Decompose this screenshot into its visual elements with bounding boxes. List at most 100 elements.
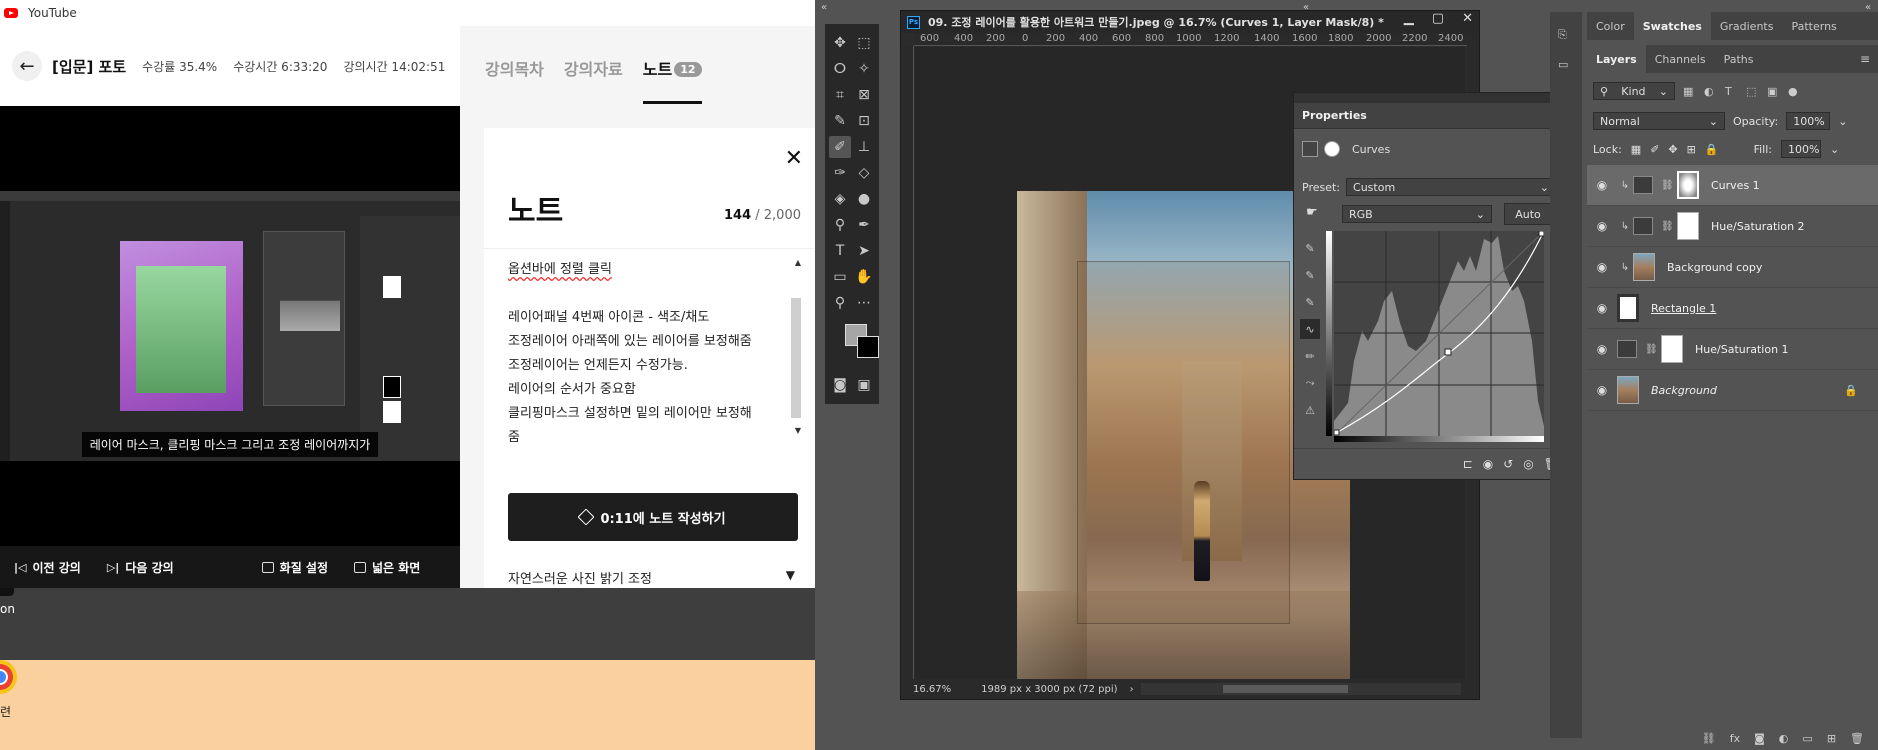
gray-point-eyedropper-icon[interactable]: ✎	[1300, 265, 1320, 285]
comment-icon[interactable]: ▭	[1558, 58, 1574, 72]
scroll-down-icon[interactable]: ▼	[795, 426, 801, 435]
new-adjustment-icon[interactable]: ◐	[1779, 732, 1789, 750]
magic-wand-icon[interactable]: ✧	[853, 58, 875, 80]
chevron-down-icon[interactable]: ▼	[786, 568, 795, 582]
curves-graph[interactable]	[1326, 231, 1544, 442]
clipping-warning-icon[interactable]: ⚠	[1300, 400, 1320, 420]
prev-lecture-button[interactable]: |◁ 이전 강의	[14, 559, 81, 576]
marquee-icon[interactable]: ⬚	[853, 32, 875, 54]
stamp-icon[interactable]: ⊥	[853, 136, 875, 158]
tab-layers[interactable]: Layers	[1587, 45, 1646, 73]
move-icon[interactable]: ✥	[829, 32, 851, 54]
layer-row[interactable]: ◉ ↳ ⛓ Hue/Saturation 2	[1587, 206, 1878, 247]
filter-shape-icon[interactable]: ⬚	[1746, 85, 1759, 98]
wide-screen-button[interactable]: 넓은 화면	[354, 559, 420, 576]
new-group-icon[interactable]: ▭	[1802, 732, 1812, 750]
video-player[interactable]: 레이어 마스크, 클리핑 마스크 그리고 조정 레이어까지가	[0, 106, 460, 546]
status-chevron-icon[interactable]: ›	[1130, 684, 1134, 695]
auto-button[interactable]: Auto	[1504, 203, 1552, 225]
lasso-icon[interactable]: ⵔ	[829, 58, 851, 80]
close-icon[interactable]: ✕	[785, 146, 803, 171]
new-layer-icon[interactable]: ⊞	[1827, 732, 1836, 750]
scroll-up-icon[interactable]: ▲	[795, 258, 801, 267]
chrome-shortcut-icon[interactable]	[0, 655, 18, 699]
trash-icon[interactable]: 🗑	[1850, 732, 1864, 750]
curve-point[interactable]	[1538, 231, 1544, 237]
crop-icon[interactable]: ⌗	[829, 84, 851, 106]
path-select-icon[interactable]: ➤	[853, 240, 875, 262]
history-icon[interactable]: ⎘	[1558, 28, 1574, 42]
pencil-icon[interactable]: ✏	[1300, 346, 1320, 366]
chevron-down-icon[interactable]: ⌄	[1830, 143, 1839, 156]
note-item-title[interactable]: 자연스러운 사진 밝기 조정	[508, 568, 652, 587]
brush-icon[interactable]: ✐	[829, 136, 851, 158]
channel-select[interactable]: RGB ⌄	[1342, 205, 1492, 223]
lock-transparent-icon[interactable]: ▦	[1631, 143, 1641, 156]
more-icon[interactable]: ⋯	[853, 292, 875, 314]
filter-pixel-icon[interactable]: ▦	[1683, 85, 1696, 98]
smooth-icon[interactable]: ⤳	[1300, 373, 1320, 393]
fx-icon[interactable]: fx	[1730, 732, 1740, 750]
chain-icon[interactable]: ⛓	[1661, 180, 1674, 191]
maximize-icon[interactable]: ▢	[1432, 11, 1444, 26]
tab-paths[interactable]: Paths	[1715, 45, 1763, 73]
curves-adjustment-icon[interactable]	[1302, 141, 1318, 157]
shape-icon[interactable]: ▭	[829, 266, 851, 288]
patch-icon[interactable]: ⊡	[853, 110, 875, 132]
quick-mask-icon[interactable]: ◙	[829, 374, 851, 396]
type-icon[interactable]: T	[829, 240, 851, 262]
quality-button[interactable]: 화질 설정	[261, 559, 328, 576]
clip-to-layer-icon[interactable]: ⊏	[1463, 457, 1473, 471]
drop-icon[interactable]: ●	[853, 188, 875, 210]
horizontal-scrollbar[interactable]	[1141, 683, 1461, 695]
screen-mode-icon[interactable]: ▣	[853, 374, 875, 396]
layer-row[interactable]: ◉ ↳ ⛓ Curves 1	[1587, 165, 1878, 206]
filter-smart-icon[interactable]: ▣	[1767, 85, 1780, 98]
eye-icon[interactable]: ◉	[1587, 260, 1617, 274]
back-button[interactable]: ←	[12, 51, 42, 81]
blend-mode-select[interactable]: Normal ⌄	[1593, 112, 1725, 130]
eye-icon[interactable]: ◉	[1587, 342, 1617, 356]
menu-icon[interactable]: ≡	[1860, 52, 1870, 66]
note-scrollbar[interactable]	[791, 298, 801, 418]
fill-input[interactable]: 100%	[1780, 140, 1821, 158]
chain-icon[interactable]: ⛓	[1645, 344, 1658, 355]
tab-materials[interactable]: 강의자료	[564, 56, 623, 80]
chain-icon[interactable]: ⛓	[1661, 221, 1674, 232]
filter-type-icon[interactable]: T	[1725, 85, 1738, 98]
layer-row[interactable]: ◉ Rectangle 1	[1587, 288, 1878, 329]
tab-channels[interactable]: Channels	[1646, 45, 1715, 73]
eye-icon[interactable]: ◉	[1587, 301, 1617, 315]
filter-toggle-icon[interactable]: ●	[1788, 85, 1801, 98]
close-icon[interactable]: ✕	[1462, 11, 1473, 26]
tab-swatches[interactable]: Swatches	[1633, 12, 1711, 40]
frame-icon[interactable]: ⊠	[853, 84, 875, 106]
view-previous-icon[interactable]: ◉	[1483, 457, 1493, 471]
document-tab[interactable]: Ps 09. 조정 레이어를 활용한 아트워크 만들기.jpeg @ 16.7%…	[901, 11, 1479, 33]
eyedropper-icon[interactable]: ✎	[829, 110, 851, 132]
reset-icon[interactable]: ↺	[1503, 457, 1513, 471]
filter-adjustment-icon[interactable]: ◐	[1704, 85, 1717, 98]
zoom-icon[interactable]: ⚲	[829, 292, 851, 314]
preset-select[interactable]: Custom ⌄	[1346, 178, 1557, 196]
black-point-eyedropper-icon[interactable]: ✎	[1300, 238, 1320, 258]
hand-icon[interactable]: ✋	[853, 266, 875, 288]
zoom-level[interactable]: 16.67%	[913, 684, 951, 695]
filter-kind-select[interactable]: ⚲ Kind ⌄	[1593, 82, 1675, 100]
lock-all-icon[interactable]: 🔒	[1705, 143, 1719, 156]
mask-icon[interactable]	[1324, 141, 1340, 157]
tab-patterns[interactable]: Patterns	[1782, 12, 1845, 40]
scroll-thumb[interactable]	[1223, 685, 1348, 693]
white-point-eyedropper-icon[interactable]: ✎	[1300, 292, 1320, 312]
layer-mask-thumb[interactable]	[1677, 171, 1699, 199]
history-brush-icon[interactable]: ✑	[829, 162, 851, 184]
layer-row[interactable]: ◉ ↳ Background copy	[1587, 247, 1878, 288]
dodge-icon[interactable]: ⚲	[829, 214, 851, 236]
eye-icon[interactable]: ◉	[1587, 383, 1617, 397]
collapse-icon[interactable]: «	[821, 2, 827, 13]
minimize-icon[interactable]: ▁	[1404, 11, 1414, 26]
next-lecture-button[interactable]: ▷| 다음 강의	[107, 559, 174, 576]
note-textarea[interactable]: 옵션바에 정렬 클릭 레이어패널 4번째 아이콘 - 색조/채도 조정레이어 아…	[508, 258, 778, 450]
eye-icon[interactable]: ◉	[1587, 219, 1617, 233]
lock-pixels-icon[interactable]: ✐	[1650, 143, 1659, 156]
